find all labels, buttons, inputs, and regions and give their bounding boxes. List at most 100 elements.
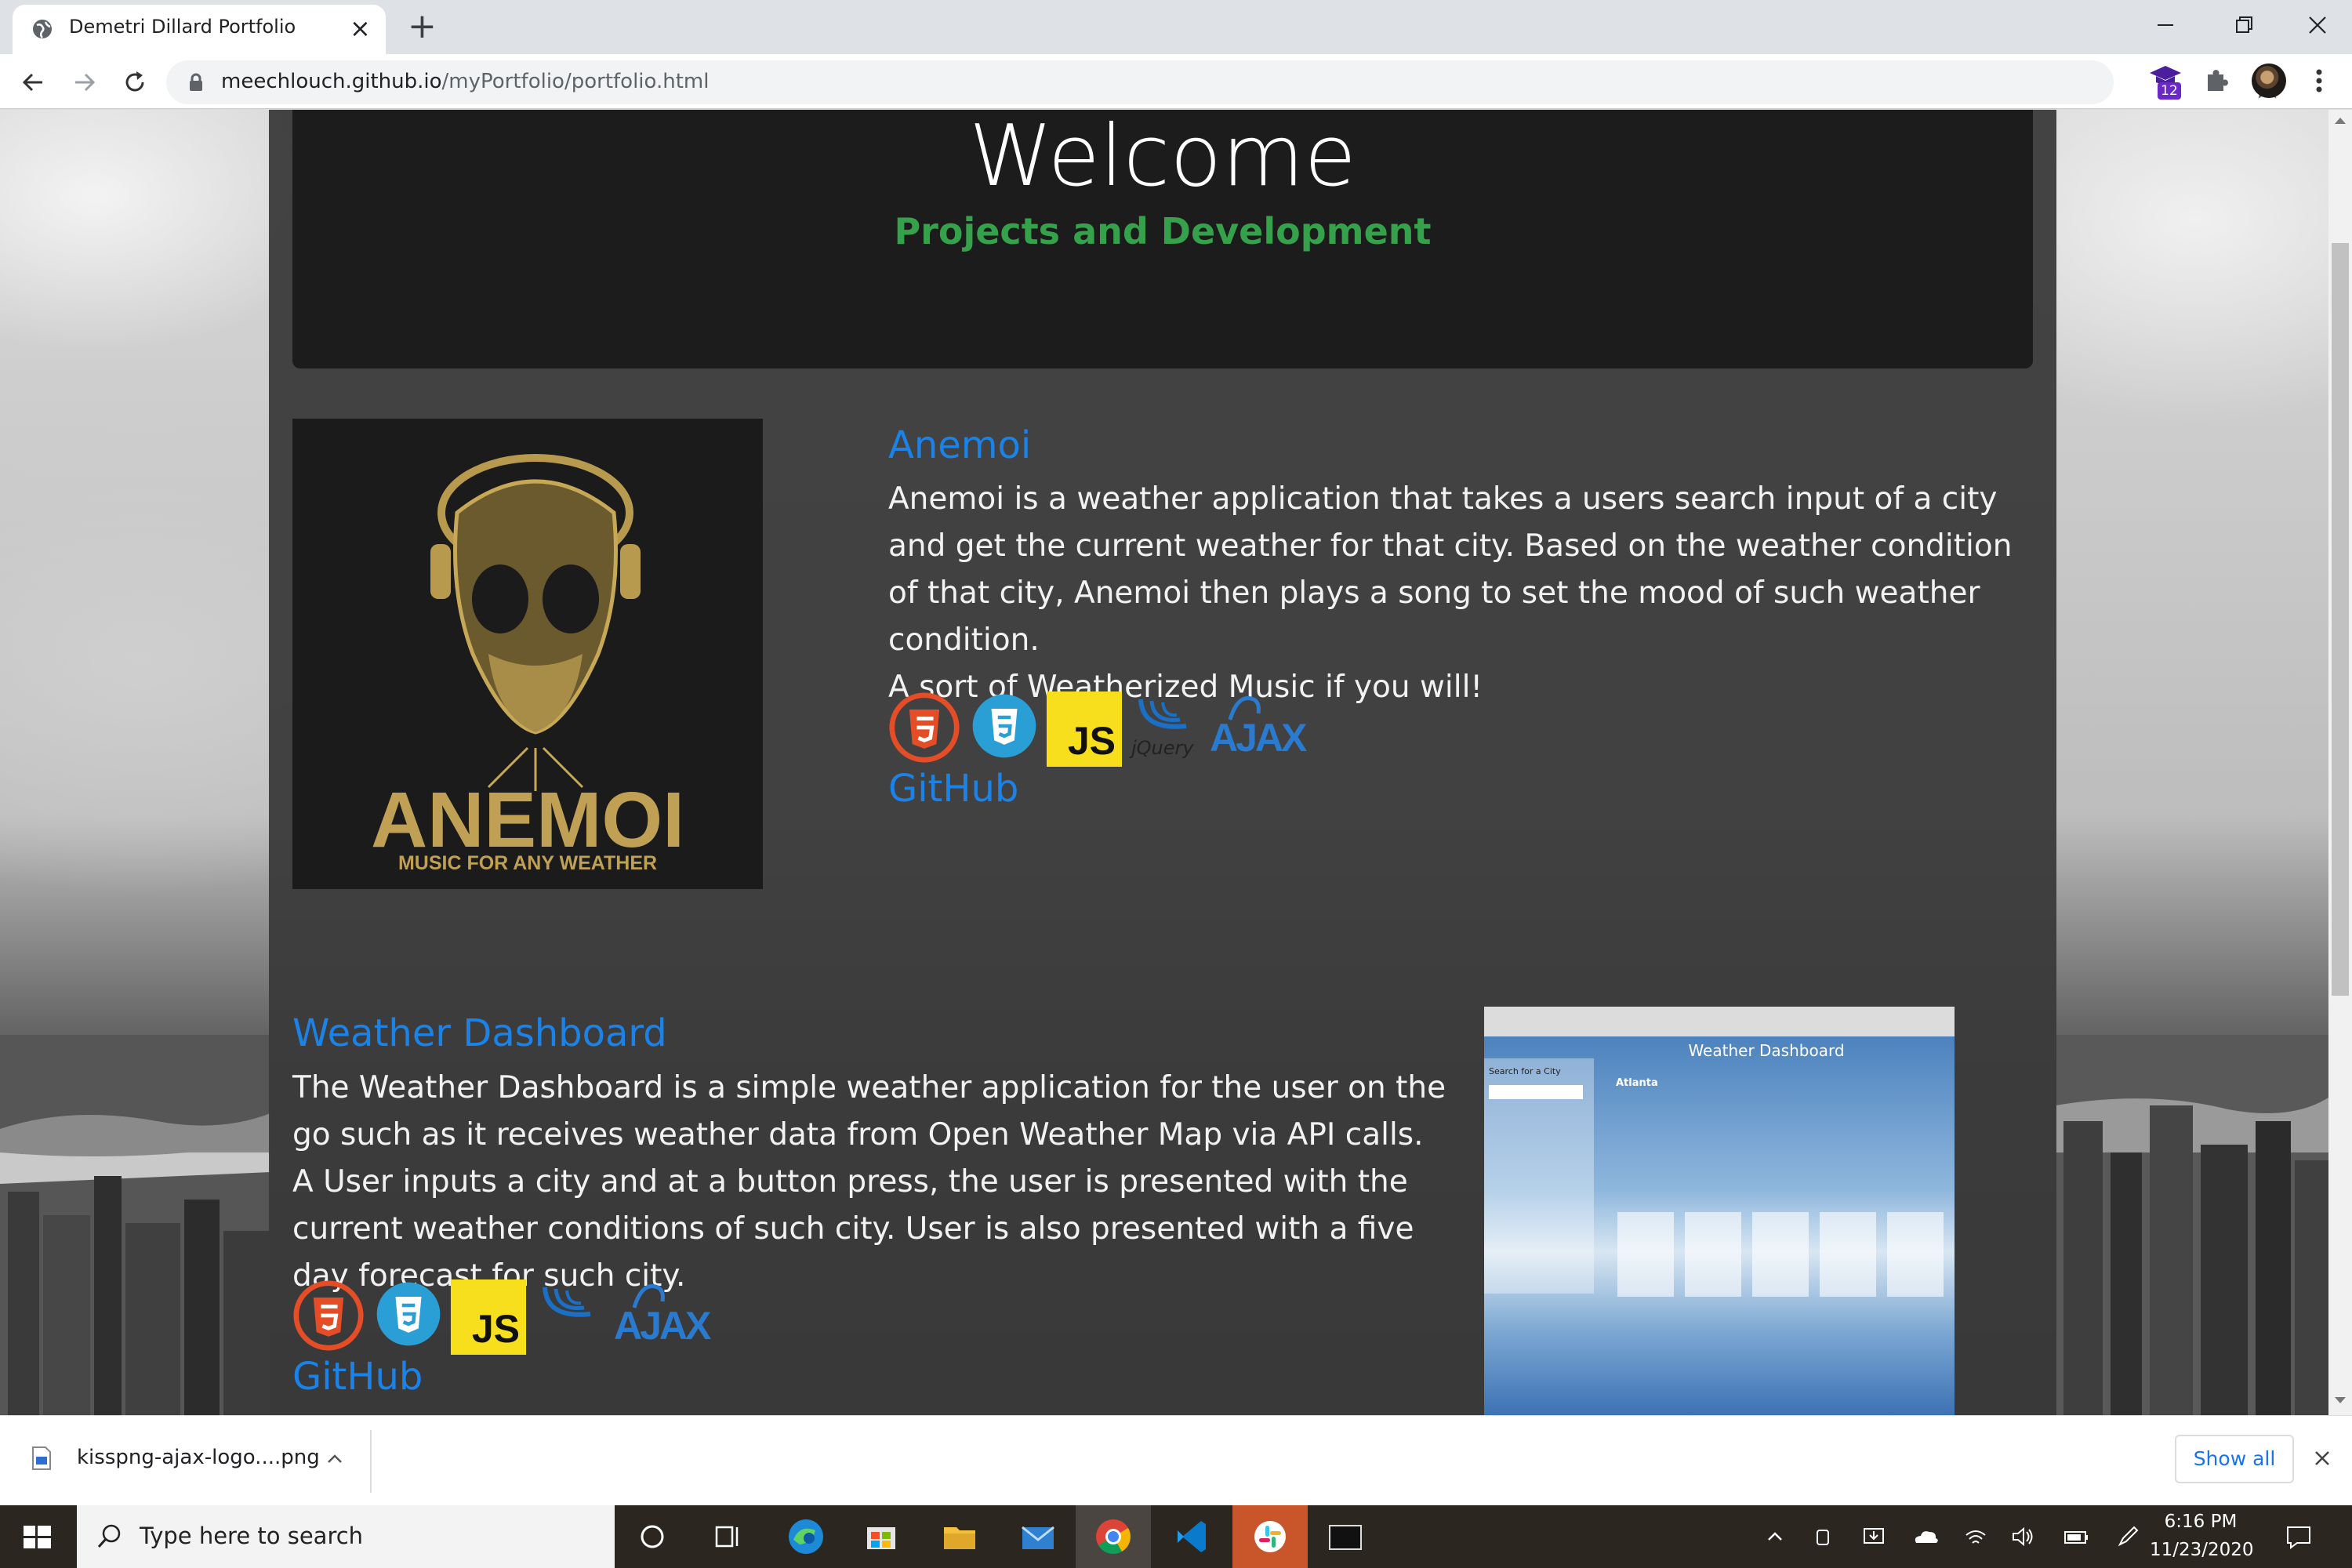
window-close-icon[interactable] [2300,8,2335,42]
taskbar-search-placeholder: Type here to search [140,1523,364,1549]
portfolio-container: Welcome Projects and Development ANEMOI … [269,110,2056,1415]
page-subtitle: Projects and Development [894,210,1432,252]
javascript-icon: JS [1047,691,1122,767]
jquery-icon: jQuery [1131,691,1199,767]
screenshot-browser-bar [1484,1007,1955,1036]
anemoi-tech-row: JS jQuery AJAX [888,691,1307,767]
store-icon[interactable] [844,1505,919,1568]
url-path: /myPortfolio/portfolio.html [441,70,710,93]
page-scrollbar[interactable] [2328,110,2352,1415]
window-minimize-icon[interactable] [2148,8,2183,42]
extensions-puzzle-icon[interactable] [2201,65,2233,96]
weather-dashboard-github-link[interactable]: GitHub [292,1355,423,1399]
close-icon[interactable] [2308,1444,2336,1472]
onedrive-cloud-icon[interactable] [1910,1523,1941,1551]
url-text: meechlouch.github.io/myPortfolio/portfol… [221,70,709,93]
anemoi-logo-subtext: MUSIC FOR ANY WEATHER [397,852,658,874]
url-domain: meechlouch.github.io [221,70,442,93]
javascript-label: JS [471,1307,520,1351]
jquery-icon [535,1279,603,1355]
city-skyline-left [0,1035,270,1415]
browser-toolbar: meechlouch.github.io/myPortfolio/portfol… [0,54,2352,109]
pen-icon[interactable] [2112,1523,2143,1551]
task-view-icon[interactable] [690,1505,765,1568]
taskbar-clock-time[interactable]: 6:16 PM [2150,1512,2252,1532]
forecast-card [1887,1212,1944,1297]
screenshot-city: Atlanta [1616,1077,1658,1089]
reload-icon[interactable] [118,65,152,100]
ajax-icon: AJAX [1210,691,1307,767]
forecast-card [1820,1212,1876,1297]
wifi-icon[interactable] [1960,1523,1991,1551]
screenshot-sidebar: Search for a City [1484,1058,1594,1294]
screenshot-forecast-cards [1617,1212,1947,1298]
page-viewport: Welcome Projects and Development ANEMOI … [0,110,2328,1415]
browser-tab[interactable]: Demetri Dillard Portfolio × [13,5,386,54]
forward-arrow-icon[interactable] [67,65,102,100]
new-tab-button[interactable]: + [408,6,437,47]
back-arrow-icon[interactable] [16,65,50,100]
slack-icon[interactable] [1232,1505,1308,1568]
search-icon [97,1524,121,1548]
tab-close-icon[interactable]: × [350,14,371,42]
download-filename[interactable]: kisspng-ajax-logo....png [77,1446,320,1469]
address-bar[interactable]: meechlouch.github.io/myPortfolio/portfol… [166,60,2282,104]
download-shelf: kisspng-ajax-logo....png Show all [0,1415,2352,1505]
css3-icon [972,694,1036,758]
javascript-label: JS [1067,719,1116,763]
weather-dashboard-description: The Weather Dashboard is a simple weathe… [292,1070,1446,1294]
ajax-swoosh [632,1284,665,1308]
scrollbar-thumb[interactable] [2332,243,2349,996]
window-restore-icon[interactable] [2227,8,2261,42]
show-hidden-icons-chevron-icon[interactable] [1759,1523,1791,1551]
javascript-icon: JS [451,1279,526,1355]
notification-center-icon[interactable] [2283,1523,2314,1551]
show-all-button[interactable]: Show all [2175,1435,2294,1483]
forecast-card [1617,1212,1674,1297]
html5-icon [889,692,960,763]
screenshot-search-box [1489,1085,1583,1099]
html5-icon [293,1280,364,1351]
anemoi-github-link[interactable]: GitHub [888,767,1018,811]
weather-dashboard-tech-row: JS AJAX [292,1279,711,1355]
scroll-down-arrow-icon[interactable] [2335,1397,2346,1403]
image-file-icon [32,1446,51,1470]
cortana-icon[interactable] [615,1505,690,1568]
profile-avatar[interactable] [2252,64,2286,98]
screenshot-sidebar-label: Search for a City [1489,1066,1561,1076]
weather-dashboard-title-link[interactable]: Weather Dashboard [292,1011,667,1055]
terminal-icon[interactable] [1308,1505,1383,1568]
taskbar-search-box[interactable]: Type here to search [77,1505,615,1568]
anemoi-title-link[interactable]: Anemoi [888,423,1031,467]
weather-dashboard-screenshot[interactable]: Weather Dashboard Search for a City Atla… [1484,1007,1955,1415]
meet-now-icon[interactable] [1808,1523,1839,1551]
file-explorer-icon[interactable] [922,1505,997,1568]
anemoi-description: Anemoi is a weather application that tak… [888,476,2017,711]
forecast-card [1685,1212,1741,1297]
taskbar-clock-date[interactable]: 11/23/2020 [2150,1540,2254,1560]
tab-title: Demetri Dillard Portfolio [69,16,296,38]
download-divider [370,1430,372,1493]
ajax-icon: AJAX [614,1279,711,1355]
edge-icon[interactable] [768,1505,844,1568]
browser-tab-strip: Demetri Dillard Portfolio × + [0,0,2352,54]
volume-icon[interactable] [2007,1523,2038,1551]
display-icon[interactable] [1858,1523,1889,1551]
css3-icon [376,1282,441,1346]
welcome-jumbotron: Welcome Projects and Development [292,110,2033,368]
lock-icon[interactable] [185,71,207,93]
more-vert-icon[interactable] [2305,65,2333,96]
page-title: Welcome [968,110,1356,205]
chrome-icon[interactable] [1076,1505,1151,1568]
screenshot-title: Weather Dashboard [1688,1041,1845,1060]
windows-start-icon[interactable] [0,1505,75,1568]
ajax-swoosh [1228,696,1261,720]
scroll-up-arrow-icon[interactable] [2335,118,2346,124]
mail-icon[interactable] [1000,1505,1076,1568]
chevron-up-icon[interactable] [323,1447,347,1471]
vscode-icon[interactable] [1154,1505,1229,1568]
globe-icon [33,20,52,38]
battery-icon[interactable] [2060,1523,2092,1551]
extension-badge: 12 [2158,82,2181,100]
anemoi-logo-image[interactable]: ANEMOI MUSIC FOR ANY WEATHER [292,419,763,889]
